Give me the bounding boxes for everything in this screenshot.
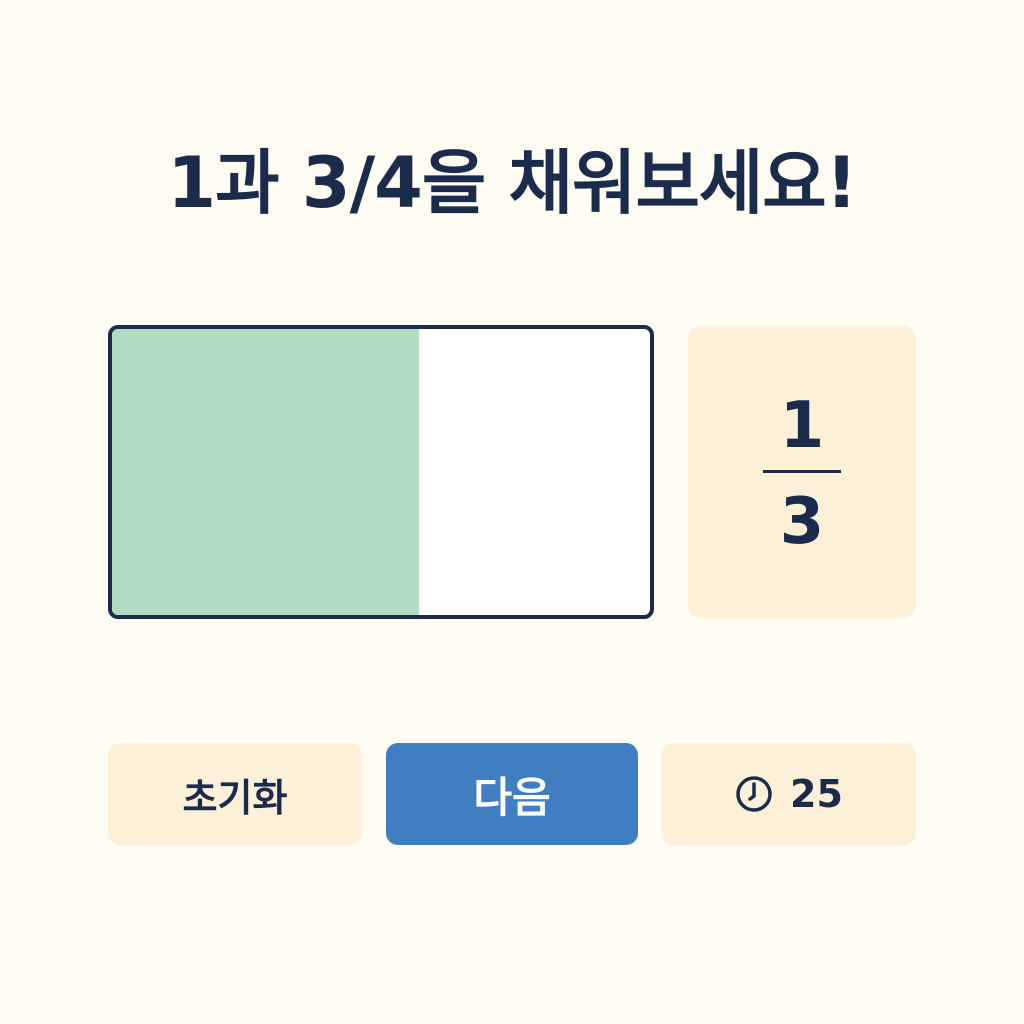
fraction-fill-bar[interactable] xyxy=(108,325,654,619)
clock-icon xyxy=(734,774,774,814)
reset-button[interactable]: 초기화 xyxy=(108,743,362,845)
fraction-line xyxy=(763,470,841,473)
fraction-fill-shaded-part xyxy=(112,329,419,615)
page-title: 1과 3/4을 채워보세요! xyxy=(167,142,857,224)
fraction-numerator: 1 xyxy=(779,389,825,463)
next-button-label: 다음 xyxy=(473,772,551,822)
next-button[interactable]: 다음 xyxy=(386,743,638,845)
timer-display: 25 xyxy=(661,743,916,845)
reset-button-label: 초기화 xyxy=(182,775,288,820)
timer-value: 25 xyxy=(790,772,843,816)
fraction-denominator: 3 xyxy=(779,485,825,559)
fraction-card: 1 3 xyxy=(688,325,916,619)
fraction-game-screen: 1과 3/4을 채워보세요! 1 3 초기화 다음 25 xyxy=(0,0,1024,1024)
